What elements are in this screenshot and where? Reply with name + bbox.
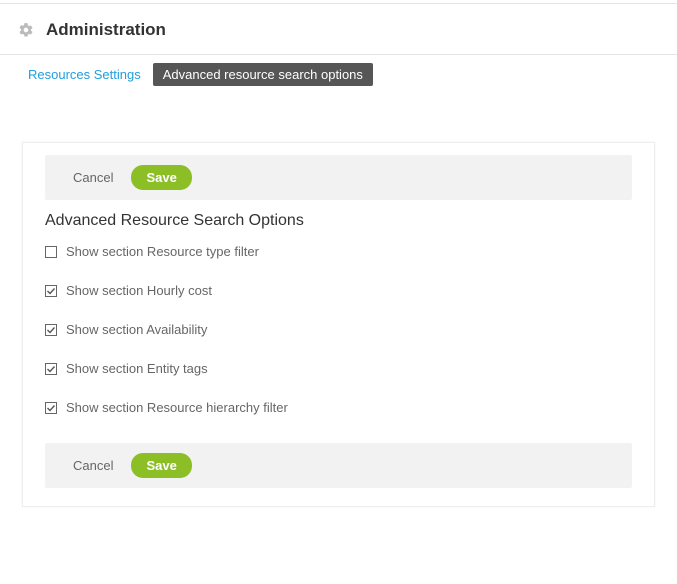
page-title: Administration xyxy=(46,20,166,40)
option-row: Show section Entity tags xyxy=(45,361,632,376)
option-label: Show section Resource type filter xyxy=(66,244,259,259)
option-row: Show section Resource hierarchy filter xyxy=(45,400,632,415)
checkbox[interactable] xyxy=(45,363,57,375)
options-list: Show section Resource type filter Show se… xyxy=(45,244,632,415)
checkbox[interactable] xyxy=(45,402,57,414)
option-label: Show section Hourly cost xyxy=(66,283,212,298)
page-header: Administration xyxy=(0,4,677,55)
option-label: Show section Resource hierarchy filter xyxy=(66,400,288,415)
checkbox[interactable] xyxy=(45,246,57,258)
option-row: Show section Hourly cost xyxy=(45,283,632,298)
checkbox[interactable] xyxy=(45,285,57,297)
save-button[interactable]: Save xyxy=(131,453,191,478)
option-label: Show section Entity tags xyxy=(66,361,208,376)
cancel-button[interactable]: Cancel xyxy=(73,170,113,185)
option-row: Show section Resource type filter xyxy=(45,244,632,259)
option-row: Show section Availability xyxy=(45,322,632,337)
section-title: Advanced Resource Search Options xyxy=(45,212,632,230)
tab-resources-settings[interactable]: Resources Settings xyxy=(28,67,141,82)
option-label: Show section Availability xyxy=(66,322,207,337)
toolbar-bottom: Cancel Save xyxy=(45,443,632,488)
gear-icon xyxy=(18,22,34,38)
save-button[interactable]: Save xyxy=(131,165,191,190)
settings-panel: Cancel Save Advanced Resource Search Opt… xyxy=(22,142,655,507)
checkbox[interactable] xyxy=(45,324,57,336)
cancel-button[interactable]: Cancel xyxy=(73,458,113,473)
tab-advanced-resource-search-options[interactable]: Advanced resource search options xyxy=(153,63,373,86)
tabs: Resources Settings Advanced resource sea… xyxy=(0,55,677,94)
toolbar-top: Cancel Save xyxy=(45,155,632,200)
